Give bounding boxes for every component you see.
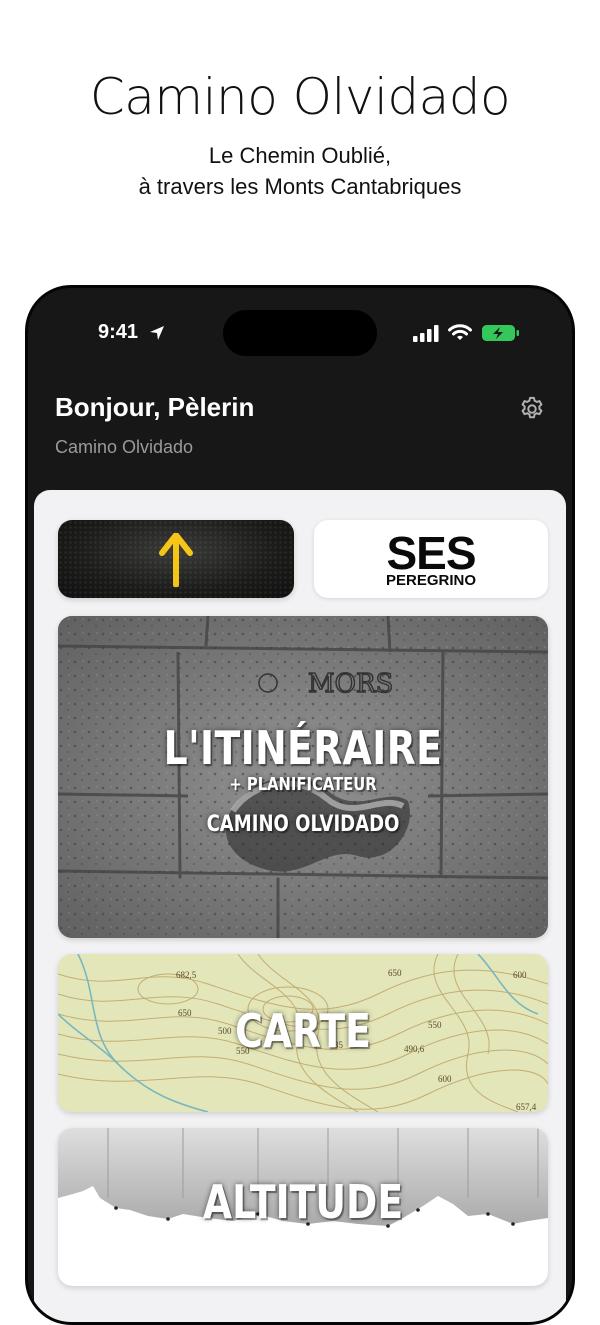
yellow-arrow-up-icon: [159, 533, 193, 587]
elev-label: 650: [388, 968, 402, 978]
itinerary-card[interactable]: MORS L'ITINÉRAIRE + PLANIFICATEUR CAMINO…: [58, 616, 548, 938]
elev-label: 682,5: [176, 970, 197, 980]
itinerary-subtitle: + PLANIFICATEUR: [229, 774, 377, 795]
altitude-title: ALTITUDE: [202, 1175, 404, 1229]
app-subtitle: Camino Olvidado: [55, 437, 194, 457]
elev-label: 600: [513, 970, 527, 980]
greeting-title: Bonjour, Pèlerin: [55, 392, 255, 422]
promo-subtitle-line1: Le Chemin Oublié,: [208, 143, 392, 168]
promo-title: Camino Olvidado: [89, 68, 511, 126]
ses-peregrino-tile[interactable]: SES PEREGRINO: [314, 520, 548, 598]
elev-label: 600: [438, 1074, 452, 1084]
home-sheet: SES PEREGRINO MORS L'ITINÉRAIRE + PLANIF…: [34, 490, 566, 1322]
phone-frame: 9:41 Bonjour, Pèlerin Camino Olvidado SE: [25, 285, 575, 1325]
altitude-card[interactable]: ALTITUDE: [58, 1128, 548, 1286]
status-time: 9:41: [98, 321, 139, 343]
itinerary-caption: CAMINO OLVIDADO: [206, 812, 400, 837]
promo-subtitle-line2: à travers les Monts Cantabriques: [138, 174, 462, 199]
dynamic-island: [223, 310, 377, 356]
elev-label: 657,4: [516, 1102, 537, 1112]
battery-charging-icon: [482, 325, 519, 341]
wifi-icon: [448, 324, 472, 340]
gear-icon[interactable]: [518, 395, 546, 423]
ses-logo-subtext: PEREGRINO: [385, 572, 476, 589]
yellow-arrow-tile[interactable]: [58, 520, 294, 598]
itinerary-title: L'ITINÉRAIRE: [163, 721, 443, 775]
cellular-signal-icon: [413, 325, 439, 342]
map-title: CARTE: [235, 1004, 371, 1058]
location-arrow-icon: [150, 326, 164, 340]
map-card[interactable]: 682,5 650 600 550 490,6 600 650 550 500 …: [58, 954, 548, 1112]
